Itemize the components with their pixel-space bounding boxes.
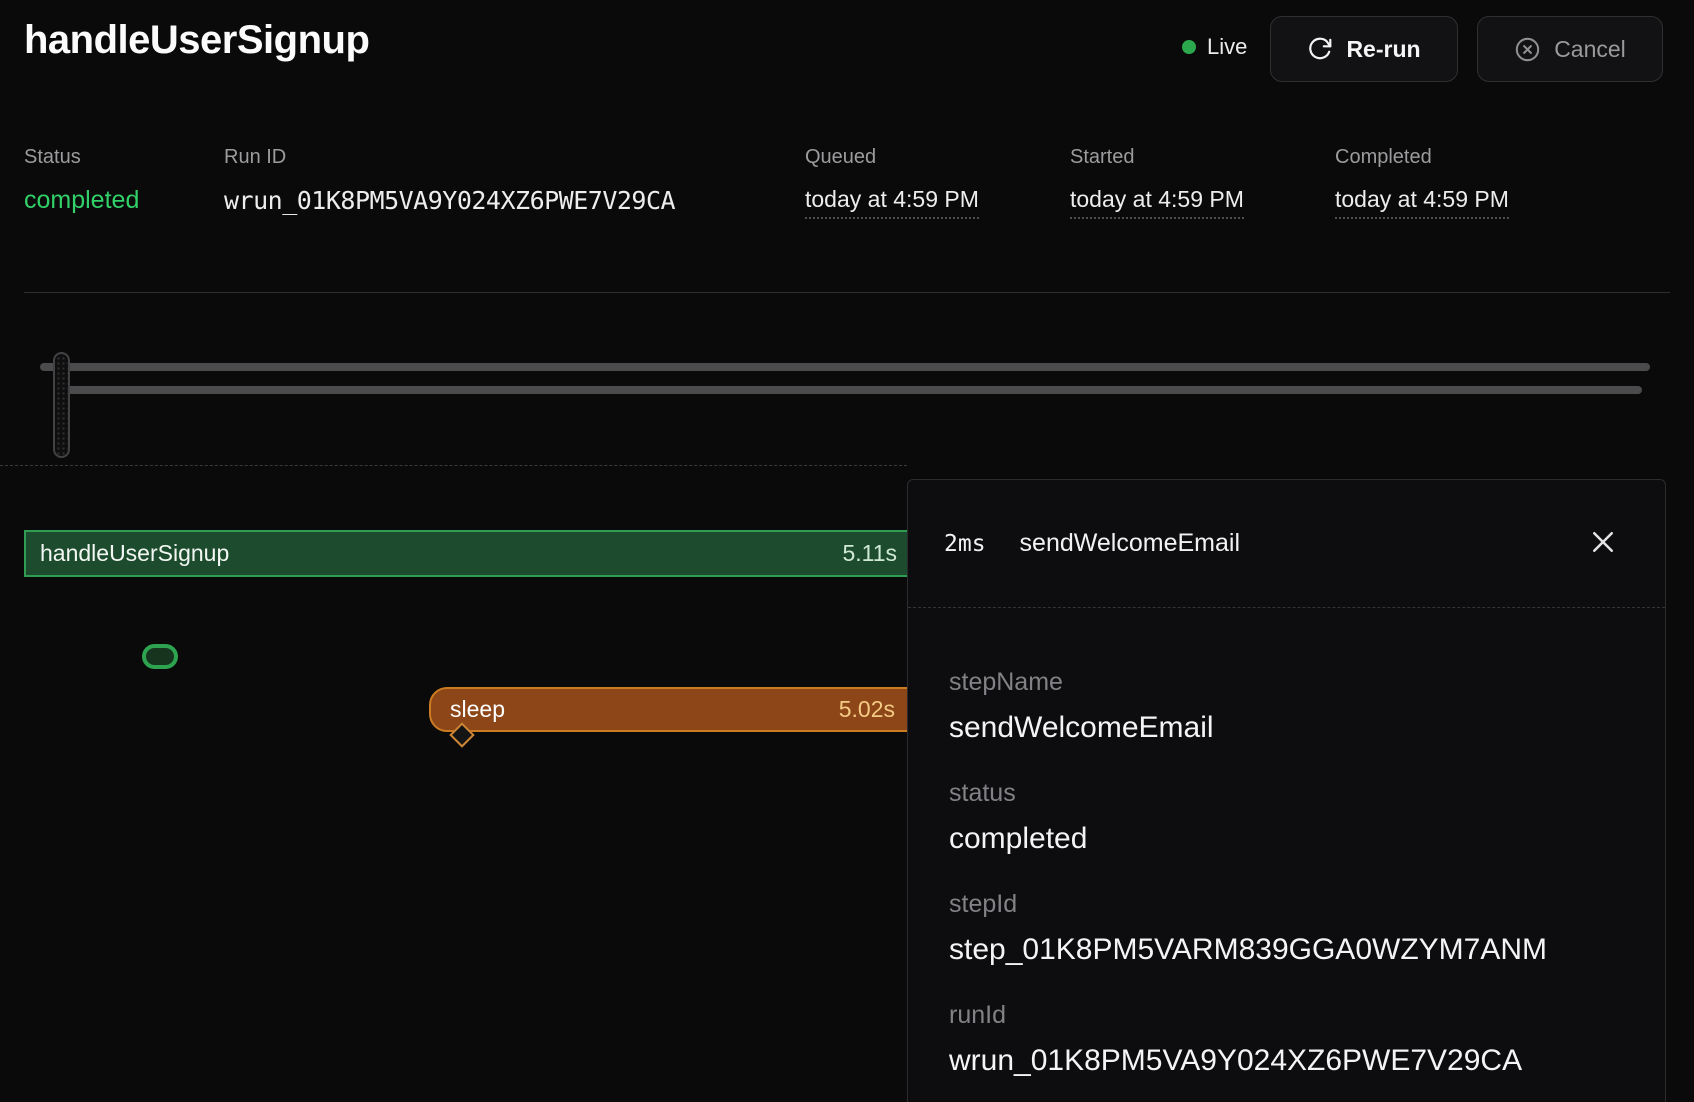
gantt-bar-label: handleUserSignup <box>26 540 229 567</box>
rerun-button[interactable]: Re-run <box>1270 16 1458 82</box>
close-icon <box>1588 527 1618 560</box>
panel-close-button[interactable] <box>1585 526 1621 562</box>
gantt-chart: handleUserSignup 5.11s sleep 5.02s <box>0 465 907 1102</box>
live-dot-icon <box>1182 40 1196 54</box>
meta-started: Started today at 4:59 PM <box>1070 146 1244 219</box>
minimap-bar-root <box>40 363 1650 371</box>
minimap-bar-sleep <box>59 386 1642 394</box>
panel-fields: stepName sendWelcomeEmail status complet… <box>908 608 1665 1080</box>
field-label: stepName <box>949 666 1629 698</box>
x-circle-icon <box>1514 36 1541 63</box>
gantt-bar-step-pill[interactable] <box>142 644 178 669</box>
live-indicator: Live <box>1182 32 1247 62</box>
field-label: runId <box>949 999 1629 1031</box>
refresh-icon <box>1307 36 1333 62</box>
status-label: Status <box>24 146 139 169</box>
panel-header: 2ms sendWelcomeEmail <box>908 480 1665 608</box>
field-stepId: stepId step_01K8PM5VARM839GGA0WZYM7ANM <box>949 888 1629 969</box>
page-title: handleUserSignup <box>24 18 369 63</box>
field-status: status completed <box>949 777 1629 858</box>
rerun-button-label: Re-run <box>1346 36 1420 63</box>
meta-status: Status completed <box>24 146 139 215</box>
run-id-value: wrun_01K8PM5VA9Y024XZ6PWE7V29CA <box>224 186 675 215</box>
gantt-bar-root[interactable]: handleUserSignup 5.11s <box>24 530 907 577</box>
field-label: status <box>949 777 1629 809</box>
started-value: today at 4:59 PM <box>1070 186 1244 219</box>
gantt-bar-sleep[interactable]: sleep 5.02s <box>429 687 907 732</box>
gantt-bar-duration: 5.11s <box>807 540 897 567</box>
meta-run-id: Run ID wrun_01K8PM5VA9Y024XZ6PWE7V29CA <box>224 146 675 215</box>
field-value: completed <box>949 820 1629 858</box>
completed-value: today at 4:59 PM <box>1335 186 1509 219</box>
field-value: sendWelcomeEmail <box>949 709 1629 747</box>
minimap-scrubber-handle[interactable] <box>53 352 70 458</box>
queued-value: today at 4:59 PM <box>805 186 979 219</box>
status-value: completed <box>24 186 139 215</box>
started-label: Started <box>1070 146 1244 169</box>
queued-label: Queued <box>805 146 979 169</box>
cancel-button[interactable]: Cancel <box>1477 16 1663 82</box>
run-id-label: Run ID <box>224 146 675 169</box>
field-stepName: stepName sendWelcomeEmail <box>949 666 1629 747</box>
gantt-bar-label: sleep <box>431 696 505 723</box>
completed-label: Completed <box>1335 146 1509 169</box>
meta-queued: Queued today at 4:59 PM <box>805 146 979 219</box>
field-value: wrun_01K8PM5VA9Y024XZ6PWE7V29CA <box>949 1042 1629 1080</box>
panel-step-duration: 2ms <box>944 531 986 557</box>
cancel-button-label: Cancel <box>1554 36 1626 63</box>
meta-completed: Completed today at 4:59 PM <box>1335 146 1509 219</box>
field-value: step_01K8PM5VARM839GGA0WZYM7ANM <box>949 931 1629 969</box>
gantt-bar-duration: 5.02s <box>805 696 895 723</box>
step-detail-panel: 2ms sendWelcomeEmail stepName sendWelcom… <box>907 479 1666 1102</box>
live-label: Live <box>1207 34 1247 60</box>
field-label: stepId <box>949 888 1629 920</box>
section-divider <box>24 292 1670 293</box>
panel-step-title: sendWelcomeEmail <box>1020 529 1240 558</box>
field-runId: runId wrun_01K8PM5VA9Y024XZ6PWE7V29CA <box>949 999 1629 1080</box>
workflow-run-page: handleUserSignup Live Re-run Cancel Stat… <box>0 0 1694 1102</box>
